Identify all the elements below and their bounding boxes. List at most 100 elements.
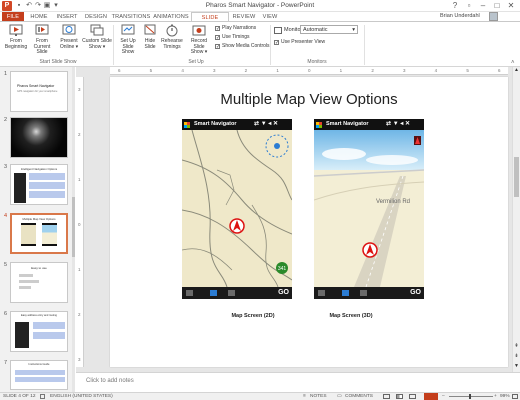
- thumbnail-scrollbar-thumb[interactable]: [72, 197, 75, 257]
- show-media-controls-checkbox[interactable]: ✓ Show Media Controls: [215, 43, 270, 50]
- restore-button[interactable]: □: [490, 0, 504, 11]
- vertical-ruler: 3 2 1 0 1 2 3: [76, 77, 84, 367]
- set-up-slide-show-button[interactable]: Set Up Slide Show: [116, 24, 140, 58]
- thumbnail-title: Instructions Guide: [28, 363, 50, 366]
- checkbox-checked-icon: ✓: [215, 44, 221, 50]
- notes-pane[interactable]: Click to add notes: [76, 372, 520, 392]
- ruler-tick-label: 0: [308, 68, 311, 73]
- zoom-in-icon[interactable]: +: [494, 393, 497, 400]
- comments-icon[interactable]: ▭: [337, 393, 342, 400]
- thumbnail-title: Easy address entry and routing: [21, 314, 57, 317]
- from-current-slide-button[interactable]: From Current Slide: [29, 24, 55, 58]
- title-bar: P ▪ ↶ ↷ ▣ ▾ Pharos Smart Navigator - Pow…: [0, 0, 520, 12]
- thumbnail-title: Easy to use: [31, 266, 47, 270]
- signal-icon[interactable]: [210, 290, 217, 296]
- thumbnail-phone-image: [14, 173, 26, 203]
- menu-icon[interactable]: [186, 290, 193, 296]
- horizontal-ruler: 6 5 4 3 2 1 0 1 2 3 4 5 6: [110, 67, 508, 75]
- comments-toggle[interactable]: COMMENTS: [345, 393, 373, 400]
- ruler-tick-label: 4: [181, 68, 184, 73]
- ruler-tick-label: 3: [403, 68, 406, 73]
- from-beginning-label-2: Beginning: [4, 43, 28, 50]
- reading-view-icon[interactable]: [409, 394, 416, 399]
- phone-status-icons: ⇄ ▼ ◂ ✕: [254, 121, 279, 127]
- use-presenter-view-checkbox[interactable]: ✓ Use Presenter View: [270, 39, 325, 46]
- custom-slide-show-button[interactable]: Custom Slide Show ▾: [82, 24, 112, 58]
- help-button[interactable]: ?: [448, 0, 462, 11]
- current-slide[interactable]: Multiple Map View Options Smart Navigato…: [110, 77, 508, 367]
- toolbar-icon[interactable]: [228, 290, 235, 296]
- slide-thumbnail-5[interactable]: Easy to use: [10, 262, 68, 303]
- thumbnail-text-block: [29, 173, 65, 180]
- ruler-tick-label: 1: [339, 68, 343, 73]
- ribbon-display-options-icon[interactable]: ▫: [462, 0, 476, 11]
- slide-thumbnail-1[interactable]: Pharos Smart Navigator GPS navigation fo…: [10, 71, 68, 112]
- go-button[interactable]: GO: [278, 289, 289, 296]
- slide-thumbnail-6[interactable]: Easy address entry and routing: [10, 311, 68, 352]
- set-up-slide-show-icon: [121, 24, 135, 35]
- ruler-tick-label: 0: [78, 222, 81, 227]
- thumbnail-text-block: [15, 377, 65, 382]
- language-indicator[interactable]: ENGLISH (UNITED STATES): [50, 393, 113, 400]
- phone-screenshot-2d[interactable]: Smart Navigator ⇄ ▼ ◂ ✕ 341 GO: [182, 119, 292, 299]
- go-button[interactable]: GO: [410, 289, 421, 296]
- checkbox-checked-icon: ✓: [274, 40, 280, 46]
- minimize-button[interactable]: –: [476, 0, 490, 11]
- slide-show-view-button[interactable]: [424, 393, 438, 400]
- phone-app-name: Smart Navigator: [326, 121, 369, 127]
- ruler-tick-label: 2: [78, 312, 81, 317]
- custom-show-label-2: Show ▾: [88, 43, 106, 50]
- thumbnail-number: 4: [4, 213, 8, 219]
- toolbar-icon[interactable]: [360, 290, 367, 296]
- scroll-down-icon[interactable]: ▼: [513, 363, 520, 370]
- user-name[interactable]: Brian Underdahl: [440, 13, 480, 19]
- notes-placeholder[interactable]: Click to add notes: [86, 378, 134, 384]
- caption-2d[interactable]: Map Screen (2D): [208, 313, 298, 319]
- slide-thumbnail-2[interactable]: [10, 117, 68, 158]
- hide-slide-label-2: Slide: [144, 43, 156, 50]
- play-narrations-checkbox[interactable]: ✓ Play Narrations: [215, 25, 256, 32]
- chevron-down-icon: ▾: [352, 27, 355, 33]
- ruler-tick-label: 5: [149, 68, 153, 73]
- collapse-ribbon-icon[interactable]: ˄: [511, 60, 515, 66]
- spell-check-icon[interactable]: [40, 394, 45, 399]
- caption-3d[interactable]: Map Screen (3D): [306, 313, 396, 319]
- thumbnail-text-block: [33, 322, 65, 329]
- notes-toggle[interactable]: NOTES: [310, 393, 327, 400]
- record-slide-show-button[interactable]: Record Slide Show ▾: [185, 24, 213, 58]
- scrollbar-thumb[interactable]: [514, 157, 519, 197]
- windows-logo-icon: [184, 122, 190, 128]
- monitor-select[interactable]: Automatic ▾: [300, 25, 358, 34]
- slide-thumbnail-3[interactable]: Intelligent Navigation Options: [10, 164, 68, 205]
- next-slide-icon[interactable]: ⇟: [513, 353, 520, 360]
- slide-thumbnail-4[interactable]: Multiple Map View Options: [10, 213, 68, 254]
- rehearse-timings-button[interactable]: Rehearse Timings: [160, 24, 184, 58]
- close-button[interactable]: ✕: [504, 0, 518, 11]
- from-beginning-icon: [9, 24, 23, 36]
- hide-slide-button[interactable]: Hide Slide: [141, 24, 159, 58]
- zoom-slider[interactable]: [449, 396, 493, 397]
- phone-status-bar: Smart Navigator ⇄ ▼ ◂ ✕: [182, 119, 292, 130]
- from-beginning-button[interactable]: From Beginning: [4, 24, 28, 58]
- slide-scrollbar[interactable]: ▲ ⇞ ⇟ ▼: [512, 67, 520, 372]
- user-avatar[interactable]: [489, 12, 498, 21]
- phone-status-icons: ⇄ ▼ ◂ ✕: [386, 121, 411, 127]
- zoom-slider-thumb[interactable]: [469, 394, 471, 399]
- status-bar: SLIDE 4 OF 12 ENGLISH (UNITED STATES) ≡ …: [0, 392, 520, 400]
- menu-icon[interactable]: [318, 290, 325, 296]
- present-online-button[interactable]: Present Online ▾: [57, 24, 81, 58]
- slide-thumbnail-7[interactable]: Instructions Guide: [10, 360, 68, 390]
- use-timings-checkbox[interactable]: ✓ Use Timings: [215, 34, 250, 41]
- previous-slide-icon[interactable]: ⇞: [513, 343, 520, 350]
- phone-screenshot-3d[interactable]: Smart Navigator ⇄ ▼ ◂ ✕ Vermilion Rd GO: [314, 119, 424, 299]
- slide-title[interactable]: Multiple Map View Options: [110, 91, 508, 108]
- zoom-out-icon[interactable]: –: [442, 393, 445, 400]
- signal-icon[interactable]: [342, 290, 349, 296]
- normal-view-icon[interactable]: [383, 394, 390, 399]
- phone-toolbar: GO: [314, 287, 424, 299]
- fit-slide-icon[interactable]: [512, 394, 518, 399]
- zoom-level[interactable]: 99%: [500, 393, 510, 400]
- notes-icon[interactable]: ≡: [303, 393, 306, 400]
- scroll-up-icon[interactable]: ▲: [513, 67, 520, 74]
- slide-sorter-icon[interactable]: [396, 394, 403, 399]
